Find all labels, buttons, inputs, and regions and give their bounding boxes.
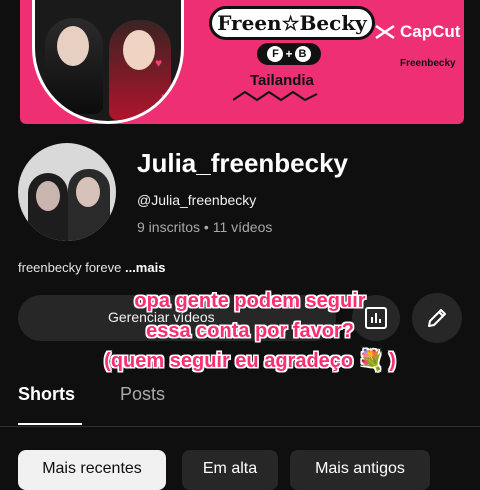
banner-art: ♥ ♥ Freen☆Becky F + B Tailandia Freenbec… (20, 0, 464, 124)
chip-popular[interactable]: Em alta (182, 450, 278, 490)
avatar[interactable] (18, 143, 116, 241)
overlay-line-2: essa conta por favor? (146, 320, 354, 342)
banner-photo: ♥ ♥ (32, 0, 184, 124)
squiggle-decoration (233, 90, 318, 102)
chip-oldest[interactable]: Mais antigos (290, 450, 430, 490)
banner-handle: Freenbecky (400, 58, 456, 69)
banner-country: Tailandia (250, 72, 314, 89)
overlay-line-3: (quem seguir eu agradeço 💐 ) (104, 350, 396, 372)
chip-newest[interactable]: Mais recentes (18, 450, 166, 490)
capcut-label: CapCut (400, 22, 461, 41)
banner-badge: F + B (257, 43, 321, 65)
active-tab-indicator (18, 423, 82, 425)
tab-posts[interactable]: Posts (120, 384, 165, 405)
overlay-line-1: opa gente podem seguir (134, 290, 366, 312)
overlay-caption: opa gente podem seguir essa conta por fa… (60, 286, 440, 376)
channel-description[interactable]: freenbecky foreve ...mais (18, 260, 165, 275)
heart-icon: ♥ (155, 56, 163, 70)
banner-title: Freen☆Becky (209, 6, 375, 40)
channel-banner: ♥ ♥ Freen☆Becky F + B Tailandia Freenbec… (0, 0, 480, 128)
heart-icon: ♥ (161, 90, 169, 104)
channel-name: Julia_freenbecky (137, 148, 349, 178)
channel-stats: 9 inscritos • 11 vídeos (137, 219, 273, 235)
tab-shorts[interactable]: Shorts (18, 384, 75, 405)
more-link[interactable]: ...mais (125, 260, 165, 275)
channel-handle: @Julia_freenbecky (137, 192, 257, 208)
capcut-watermark: CapCut (374, 22, 460, 42)
tabs-divider (0, 426, 480, 427)
capcut-logo-icon (375, 24, 395, 40)
